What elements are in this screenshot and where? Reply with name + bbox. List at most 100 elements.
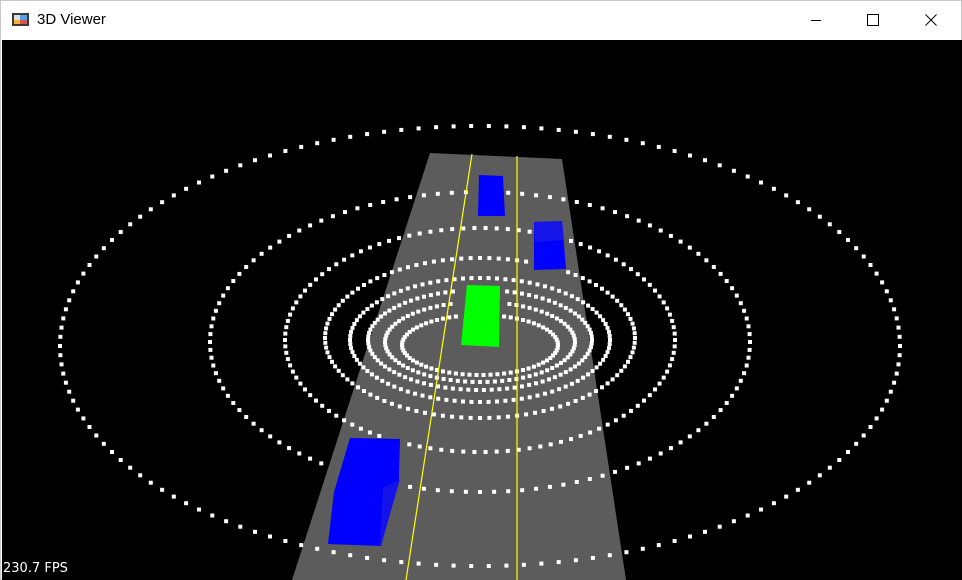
lidar-point bbox=[382, 558, 387, 563]
lidar-point bbox=[894, 316, 899, 321]
lidar-point bbox=[550, 314, 555, 318]
lidar-point bbox=[348, 338, 352, 342]
lidar-point bbox=[534, 193, 539, 198]
lidar-point bbox=[566, 401, 571, 406]
lidar-point bbox=[428, 280, 433, 285]
lidar-point bbox=[605, 422, 610, 427]
lidar-point bbox=[365, 132, 370, 137]
lidar-point bbox=[197, 507, 201, 512]
lidar-point bbox=[128, 222, 133, 227]
maximize-button[interactable] bbox=[850, 1, 896, 39]
lidar-point bbox=[397, 372, 402, 377]
lidar-point bbox=[598, 314, 603, 319]
ego-vehicle bbox=[461, 285, 500, 347]
lidar-point bbox=[348, 342, 353, 347]
lidar-point bbox=[399, 560, 404, 565]
lidar-point bbox=[277, 239, 282, 244]
lidar-point bbox=[557, 288, 562, 293]
lidar-point bbox=[362, 283, 366, 287]
lidar-point bbox=[428, 305, 433, 310]
lidar-point bbox=[503, 398, 508, 403]
lidar-point bbox=[734, 386, 739, 391]
lidar-point bbox=[450, 257, 455, 262]
lidar-point bbox=[414, 263, 419, 267]
lidar-point bbox=[334, 413, 339, 418]
lidar-point bbox=[352, 322, 357, 326]
lidar-point bbox=[547, 195, 552, 200]
lidar-point bbox=[541, 409, 546, 413]
lidar-point bbox=[415, 379, 420, 384]
lidar-point bbox=[817, 214, 822, 219]
lidar-point bbox=[563, 305, 568, 310]
lidar-point bbox=[647, 223, 652, 228]
lidar-point bbox=[495, 276, 499, 281]
lidar-point bbox=[431, 259, 436, 264]
lidar-point bbox=[225, 393, 230, 398]
lidar-point bbox=[594, 310, 599, 315]
lidar-point bbox=[399, 127, 404, 132]
lidar-point bbox=[401, 363, 406, 368]
lidar-point bbox=[888, 389, 893, 394]
lidar-point bbox=[401, 316, 406, 321]
lidar-point bbox=[619, 303, 624, 308]
lidar-point bbox=[531, 364, 536, 369]
lidar-point bbox=[472, 450, 477, 454]
lidar-point bbox=[748, 340, 752, 344]
lidar-point bbox=[461, 226, 466, 231]
lidar-point bbox=[303, 387, 307, 392]
lidar-point bbox=[731, 519, 736, 524]
lidar-point bbox=[354, 357, 359, 362]
lidar-point bbox=[554, 363, 559, 368]
lidar-point bbox=[607, 342, 612, 347]
lidar-point bbox=[299, 543, 304, 548]
lidar-point bbox=[358, 249, 363, 254]
lidar-point bbox=[730, 393, 735, 398]
lidar-point bbox=[319, 218, 324, 223]
lidar-point bbox=[671, 350, 676, 355]
lidar-point bbox=[647, 282, 652, 287]
lidar-point bbox=[94, 254, 99, 259]
minimize-button[interactable] bbox=[793, 1, 839, 39]
lidar-point bbox=[563, 384, 568, 389]
scene-canvas[interactable] bbox=[2, 40, 962, 580]
lidar-point bbox=[367, 345, 372, 349]
title-bar[interactable]: 3D Viewer bbox=[1, 1, 961, 39]
lidar-point bbox=[607, 134, 612, 139]
lidar-point bbox=[512, 290, 517, 295]
lidar-point bbox=[417, 231, 422, 236]
lidar-point bbox=[409, 377, 413, 382]
lidar-point bbox=[738, 378, 743, 383]
lidar-point bbox=[469, 564, 474, 568]
lidar-point bbox=[63, 380, 68, 385]
lidar-point bbox=[368, 203, 373, 207]
lidar-point bbox=[547, 377, 551, 382]
lidar-point bbox=[632, 331, 637, 336]
lidar-point bbox=[110, 450, 114, 454]
lidar-point bbox=[494, 226, 499, 231]
lidar-point bbox=[387, 367, 392, 372]
lidar-point bbox=[601, 318, 606, 323]
lidar-point bbox=[508, 315, 513, 320]
lidar-point bbox=[861, 433, 866, 438]
lidar-point bbox=[327, 267, 331, 272]
lidar-point bbox=[288, 363, 293, 368]
lidar-point bbox=[333, 307, 338, 312]
lidar-point bbox=[672, 331, 677, 336]
lidar-point bbox=[350, 350, 355, 355]
lidar-point bbox=[397, 319, 401, 324]
lidar-point bbox=[610, 294, 615, 299]
lidar-point bbox=[505, 289, 510, 294]
lidar-point bbox=[486, 124, 491, 128]
lidar-point bbox=[590, 555, 595, 560]
lidar-point bbox=[636, 218, 641, 223]
close-button[interactable] bbox=[908, 1, 954, 39]
lidar-point bbox=[349, 346, 354, 351]
lidar-point bbox=[635, 403, 640, 408]
lidar-point bbox=[308, 393, 313, 398]
lidar-point bbox=[492, 379, 497, 384]
lidar-point bbox=[606, 329, 611, 334]
lidar-point bbox=[717, 163, 722, 168]
lidar-point bbox=[160, 487, 165, 492]
3d-viewport[interactable]: 230.7 FPS bbox=[2, 40, 962, 580]
lidar-point bbox=[435, 191, 440, 196]
